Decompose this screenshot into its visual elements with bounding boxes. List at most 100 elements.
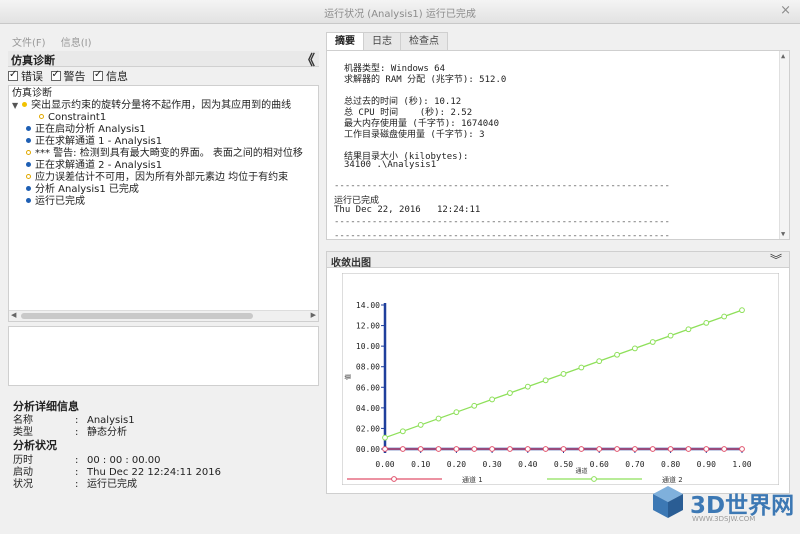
checkbox-warnings[interactable]: [50, 69, 61, 81]
detail-state-label: 状况: [13, 479, 33, 490]
tree-root[interactable]: 仿真诊断: [12, 88, 52, 100]
chart-area: 00.00 02.00 04.00 06.00 08.00 10.00 12.00 14.00…: [342, 273, 779, 485]
tab-log[interactable]: 日志: [363, 32, 401, 50]
data-point: [417, 422, 424, 428]
scrollbar-thumb[interactable]: [21, 313, 253, 319]
x-tick-label: 0.10: [411, 460, 430, 469]
detail-colon: :: [75, 479, 79, 490]
filter-errors[interactable]: 错误: [8, 69, 43, 83]
summary-separator: ----------------------------------------…: [334, 231, 670, 240]
tree-item-label: *** 警告: 检测到具有最大畸变的界面。 表面之间的相对位移: [35, 148, 303, 159]
data-point: [471, 446, 478, 452]
x-tick-label: 1.00: [732, 460, 751, 469]
summary-line: 34100 .\Analysis1: [344, 160, 437, 170]
x-tick-label: 0.80: [661, 460, 680, 469]
filter-info[interactable]: 信息: [93, 69, 128, 83]
chart-panel-title: 收敛出图: [331, 258, 371, 269]
menu-file[interactable]: 文件(F): [12, 38, 46, 49]
chart-header: 收敛出图 ︾: [327, 251, 789, 269]
tab-checkpoint[interactable]: 检查点: [400, 32, 448, 50]
data-point: [507, 446, 513, 452]
tree-item-label: 正在求解通道 1 - Analysis1: [35, 136, 163, 147]
convergence-plot-panel: 收敛出图 ︾ 00.00 02.00 04.00 06.00 08.00 10.00 12.…: [326, 251, 790, 494]
legend-marker: [591, 476, 597, 482]
collapse-panel-icon[interactable]: 《: [301, 50, 315, 70]
data-point: [703, 319, 710, 326]
warning-ring-icon: [26, 174, 31, 179]
data-point: [649, 446, 656, 452]
x-tick-label: 0.90: [697, 460, 716, 469]
legend-marker: [391, 476, 397, 482]
y-axis-label: 值: [344, 374, 352, 380]
checkbox-info[interactable]: [93, 69, 103, 81]
filter-warnings[interactable]: 警告: [50, 69, 86, 83]
scroll-down-icon[interactable]: ▼: [781, 230, 785, 238]
tree-item[interactable]: 应力误差估计不可用，因为所有外部元素边 均位于有约束: [26, 172, 288, 184]
detail-state-value: 运行已完成: [87, 479, 137, 490]
summary-line: 工作目录磁盘使用量 (千字节): 3: [344, 130, 485, 140]
info-dot-icon: [26, 198, 31, 203]
watermark-logo: 3D世界网 WWW.3DSJW.COM: [650, 484, 795, 528]
data-point: [524, 446, 531, 452]
x-tick-label: 0.30: [482, 460, 501, 469]
scroll-left-icon[interactable]: ◀: [11, 311, 16, 319]
y-tick-label: 02.00: [356, 424, 380, 433]
tree-item-label: 应力误差估计不可用，因为所有外部元素边 均位于有约束: [35, 172, 289, 183]
data-point: [685, 446, 692, 452]
summary-line: Thu Dec 22, 2016 12:24:11: [334, 205, 481, 215]
tree-item[interactable]: ▼ 突出显示约束的旋转分量将不起作用，因为其应用到的曲线: [12, 100, 291, 112]
tab-summary[interactable]: 摘要: [326, 32, 364, 51]
tree-item[interactable]: 运行已完成: [26, 196, 85, 208]
diagnostics-tree[interactable]: 仿真诊断 ▼ 突出显示约束的旋转分量将不起作用，因为其应用到的曲线 Constra…: [8, 85, 319, 322]
tree-horizontal-scrollbar[interactable]: ◀ ▶: [9, 310, 318, 321]
x-axis-label: 通道: [575, 467, 587, 475]
data-point: [542, 446, 549, 452]
filter-info-label: 信息: [106, 70, 128, 83]
checkbox-errors[interactable]: [8, 69, 18, 81]
expand-triangle-icon[interactable]: ▼: [12, 101, 18, 110]
watermark-url: WWW.3DSJW.COM: [692, 515, 756, 523]
menu-info[interactable]: 信息(I): [61, 38, 92, 49]
data-point: [507, 390, 513, 396]
y-tick-label: 00.00: [356, 445, 380, 454]
tree-item[interactable]: 正在求解通道 2 - Analysis1: [26, 160, 162, 172]
data-point: [560, 371, 567, 377]
data-point: [632, 446, 638, 452]
data-point: [685, 326, 692, 333]
analysis-details: 分析详细信息 名称: Analysis1 类型: 静态分析 分析状况 历时:00 :…: [8, 396, 319, 494]
tree-item[interactable]: *** 警告: 检测到具有最大畸变的界面。 表面之间的相对位移: [26, 148, 303, 160]
warning-ring-icon: [39, 114, 44, 119]
tree-item[interactable]: 正在求解通道 1 - Analysis1: [26, 136, 162, 148]
data-point: [382, 446, 388, 452]
scroll-up-icon[interactable]: ▲: [781, 52, 785, 60]
data-point: [453, 409, 460, 416]
tree-item[interactable]: 分析 Analysis1 已完成: [26, 184, 139, 196]
data-point: [578, 446, 585, 452]
tree-item-label: Constraint1: [48, 112, 107, 123]
summary-text-area[interactable]: 机器类型: Windows 64 求解器的 RAM 分配 (兆字节): 512.…: [326, 50, 790, 240]
tree-item[interactable]: Constraint1: [39, 112, 106, 124]
tree-item[interactable]: 正在启动分析 Analysis1: [26, 124, 146, 136]
data-point: [667, 332, 674, 339]
tree-item-label: 运行已完成: [35, 196, 85, 207]
scroll-right-icon[interactable]: ▶: [311, 311, 316, 319]
data-point: [578, 364, 585, 371]
diagnostics-filters: 错误 警告 信息: [8, 68, 132, 84]
close-icon[interactable]: ×: [780, 3, 791, 18]
collapse-chart-icon[interactable]: ︾: [770, 251, 782, 268]
tree-item-label: 突出显示约束的旋转分量将不起作用，因为其应用到的曲线: [31, 100, 292, 111]
detail-type-label: 类型: [13, 427, 33, 438]
data-point: [721, 313, 728, 320]
y-tick-label: 10.00: [356, 342, 380, 351]
filter-errors-label: 错误: [21, 70, 43, 83]
data-point: [614, 351, 620, 358]
x-tick-label: 0.00: [375, 460, 394, 469]
data-point: [632, 345, 638, 352]
data-point: [614, 446, 620, 452]
filter-warnings-label: 警告: [63, 70, 86, 83]
data-point: [471, 402, 478, 409]
result-tabs: 摘要 日志 检查点: [326, 32, 448, 51]
y-tick-label: 14.00: [356, 301, 380, 310]
tree-item-label: 分析 Analysis1 已完成: [35, 184, 139, 195]
summary-vertical-scrollbar[interactable]: ▲ ▼: [779, 51, 789, 239]
